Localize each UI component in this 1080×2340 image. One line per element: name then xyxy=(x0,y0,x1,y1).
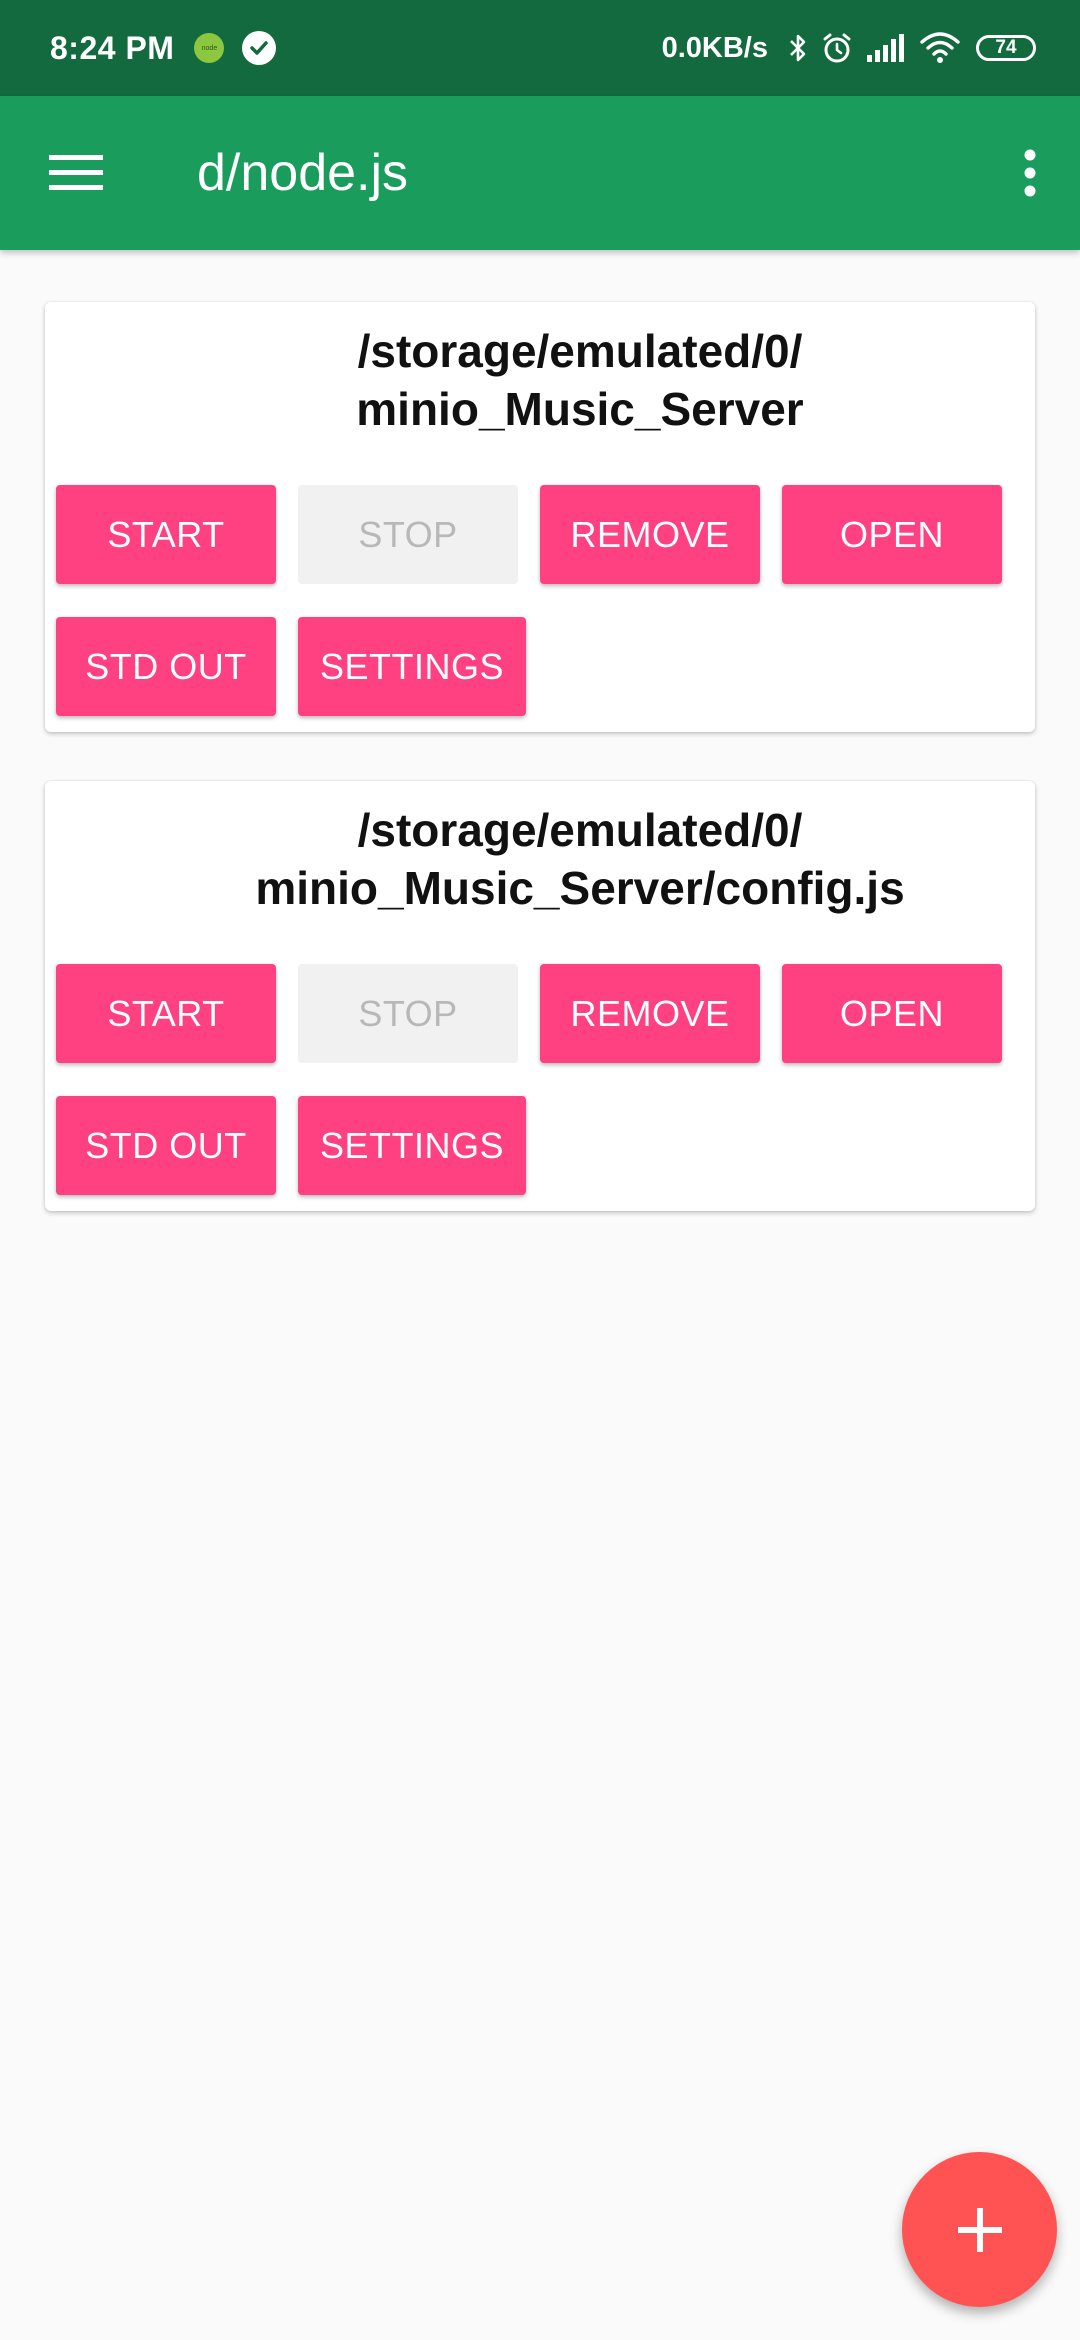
project-path: /storage/emulated/0/ minio_Music_Server xyxy=(45,322,1035,438)
settings-button[interactable]: SETTINGS xyxy=(298,617,526,716)
open-button[interactable]: OPEN xyxy=(782,964,1002,1063)
bluetooth-icon xyxy=(788,32,808,64)
project-path-line2: minio_Music_Server/config.js xyxy=(255,862,905,914)
open-button[interactable]: OPEN xyxy=(782,485,1002,584)
status-bar: 8:24 PM node 0.0KB/s 74 xyxy=(0,0,1080,96)
project-path-line1: /storage/emulated/0/ xyxy=(357,804,803,856)
network-speed: 0.0KB/s xyxy=(661,31,768,64)
screen: 8:24 PM node 0.0KB/s 74 d/node.js /stora… xyxy=(0,0,1080,2340)
app-bar: d/node.js xyxy=(0,96,1080,250)
project-card: /storage/emulated/0/ minio_Music_Server … xyxy=(45,302,1035,732)
alarm-icon xyxy=(820,31,854,65)
check-circle-icon xyxy=(242,31,277,65)
app-title: d/node.js xyxy=(197,144,409,202)
battery-icon: 74 xyxy=(976,35,1036,61)
wifi-icon xyxy=(920,32,960,64)
stop-button[interactable]: STOP xyxy=(298,485,518,584)
more-vert-icon[interactable] xyxy=(1000,136,1060,210)
project-card: /storage/emulated/0/ minio_Music_Server/… xyxy=(45,781,1035,1211)
signal-icon xyxy=(866,33,908,63)
start-button[interactable]: START xyxy=(56,485,276,584)
status-bar-right: 0.0KB/s 74 xyxy=(662,0,1036,96)
status-bar-left: 8:24 PM node xyxy=(50,0,277,96)
remove-button[interactable]: REMOVE xyxy=(540,485,760,584)
project-path-line1: /storage/emulated/0/ xyxy=(357,325,803,377)
node-badge-text: node xyxy=(201,44,218,52)
remove-button[interactable]: REMOVE xyxy=(540,964,760,1063)
std-out-button[interactable]: STD OUT xyxy=(56,1096,276,1195)
status-time: 8:24 PM xyxy=(50,29,175,66)
battery-level: 74 xyxy=(995,37,1017,58)
stop-button[interactable]: STOP xyxy=(298,964,518,1063)
node-icon: node xyxy=(194,33,225,63)
project-path: /storage/emulated/0/ minio_Music_Server/… xyxy=(45,801,1035,917)
hamburger-menu-icon[interactable] xyxy=(36,136,116,210)
add-project-fab[interactable] xyxy=(902,2152,1057,2307)
settings-button[interactable]: SETTINGS xyxy=(298,1096,526,1195)
std-out-button[interactable]: STD OUT xyxy=(56,617,276,716)
project-path-line2: minio_Music_Server xyxy=(356,383,804,435)
plus-icon xyxy=(957,2207,1002,2252)
start-button[interactable]: START xyxy=(56,964,276,1063)
